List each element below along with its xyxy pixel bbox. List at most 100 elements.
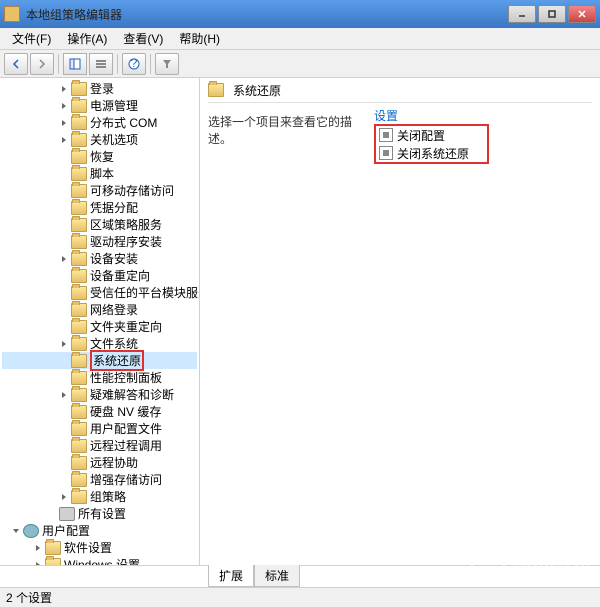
tree-item[interactable]: 增强存储访问 [2, 471, 197, 488]
tree-item[interactable]: 远程协助 [2, 454, 197, 471]
tree-item-label: 关机选项 [90, 131, 138, 148]
tree-item-label: 远程过程调用 [90, 437, 162, 454]
tree-item[interactable]: 系统还原 [2, 352, 197, 369]
toolbar-help-button[interactable]: ? [122, 53, 146, 75]
tree-item-label: 受信任的平台模块服务 [90, 284, 200, 301]
tree-item[interactable]: 可移动存储访问 [2, 182, 197, 199]
tree-item[interactable]: 分布式 COM [2, 114, 197, 131]
tree-item-label: 用户配置文件 [90, 420, 162, 437]
toolbar-forward-button[interactable] [30, 53, 54, 75]
tree-expander-icon[interactable] [58, 253, 69, 264]
tree-item[interactable]: 所有设置 [2, 505, 197, 522]
folder-icon [71, 473, 87, 487]
tree-expander-icon[interactable] [58, 491, 69, 502]
tree-item[interactable]: 区域策略服务 [2, 216, 197, 233]
tree-expander-icon[interactable] [58, 83, 69, 94]
tree-item[interactable]: 登录 [2, 80, 197, 97]
tree-item[interactable]: 电源管理 [2, 97, 197, 114]
tree-expander-icon [58, 304, 69, 315]
tree-item[interactable]: 用户配置文件 [2, 420, 197, 437]
tree-expander-icon[interactable] [58, 338, 69, 349]
description-text: 选择一个项目来查看它的描述。 [208, 113, 358, 147]
toolbar-back-button[interactable] [4, 53, 28, 75]
tree-item-label: 性能控制面板 [90, 369, 162, 386]
tree-expander-icon[interactable] [58, 134, 69, 145]
tree-item-label: 疑难解答和诊断 [90, 386, 174, 403]
toolbar-tree-button[interactable] [63, 53, 87, 75]
menu-view[interactable]: 查看(V) [115, 28, 171, 49]
content-area: 登录电源管理分布式 COM关机选项恢复脚本可移动存储访问凭据分配区域策略服务驱动… [0, 78, 600, 565]
folder-icon [71, 422, 87, 436]
close-button[interactable] [568, 5, 596, 23]
panel-header: 系统还原 [200, 78, 600, 102]
folder-icon [71, 133, 87, 147]
toolbar: ? [0, 50, 600, 78]
folder-icon [71, 320, 87, 334]
tab-standard[interactable]: 标准 [254, 565, 300, 587]
tree-item[interactable]: 受信任的平台模块服务 [2, 284, 197, 301]
tree-item[interactable]: 组策略 [2, 488, 197, 505]
folder-icon [71, 269, 87, 283]
tree-expander-icon[interactable] [58, 389, 69, 400]
folder-icon [71, 218, 87, 232]
maximize-button[interactable] [538, 5, 566, 23]
tree-item[interactable]: 硬盘 NV 缓存 [2, 403, 197, 420]
tree-item-label: 分布式 COM [90, 114, 157, 131]
tree-item[interactable]: 驱动程序安装 [2, 233, 197, 250]
tree-item-label: 设备安装 [90, 250, 138, 267]
folder-icon [208, 83, 224, 97]
tree-item[interactable]: 恢复 [2, 148, 197, 165]
tree-item-label: 网络登录 [90, 301, 138, 318]
setting-item[interactable]: 关闭系统还原 [378, 144, 485, 162]
tree-item[interactable]: 软件设置 [2, 539, 197, 556]
window-title: 本地组策略编辑器 [26, 6, 508, 23]
menu-help[interactable]: 帮助(H) [171, 28, 228, 49]
tree-item[interactable]: 设备安装 [2, 250, 197, 267]
folder-icon [71, 456, 87, 470]
tree-item-label: Windows 设置 [64, 556, 140, 565]
tree-panel[interactable]: 登录电源管理分布式 COM关机选项恢复脚本可移动存储访问凭据分配区域策略服务驱动… [0, 78, 200, 565]
tree-expander-icon [58, 474, 69, 485]
user-icon [23, 524, 39, 538]
tree-item[interactable]: 文件夹重定向 [2, 318, 197, 335]
tree-expander-icon [58, 321, 69, 332]
setting-icon [379, 146, 393, 160]
folder-icon [71, 303, 87, 317]
tree-item-label: 恢复 [90, 148, 114, 165]
tree-expander-icon[interactable] [10, 525, 21, 536]
minimize-button[interactable] [508, 5, 536, 23]
tree-expander-icon[interactable] [32, 559, 43, 565]
menu-action[interactable]: 操作(A) [59, 28, 115, 49]
tree-item[interactable]: 凭据分配 [2, 199, 197, 216]
toolbar-filter-button[interactable] [155, 53, 179, 75]
settings-header: 设置 [374, 107, 592, 124]
tree-expander-icon[interactable] [32, 542, 43, 553]
statusbar: 2 个设置 [0, 587, 600, 607]
folder-icon [71, 337, 87, 351]
tree-expander-icon[interactable] [58, 117, 69, 128]
tree-item-label: 组策略 [90, 488, 126, 505]
tree-item[interactable]: 网络登录 [2, 301, 197, 318]
panel-columns: 选择一个项目来查看它的描述。 设置 关闭配置 关闭系统还原 [200, 103, 600, 565]
tree-expander-icon[interactable] [58, 100, 69, 111]
tree-item[interactable]: 关机选项 [2, 131, 197, 148]
tree-item[interactable]: Windows 设置 [2, 556, 197, 565]
panel-title: 系统还原 [233, 82, 281, 99]
setting-item[interactable]: 关闭配置 [378, 126, 485, 144]
folder-icon [71, 252, 87, 266]
menu-file[interactable]: 文件(F) [4, 28, 59, 49]
highlight-box: 系统还原 [90, 350, 144, 371]
tree-item[interactable]: 用户配置 [2, 522, 197, 539]
toolbar-list-button[interactable] [89, 53, 113, 75]
tree-item[interactable]: 设备重定向 [2, 267, 197, 284]
tree-item-label: 区域策略服务 [90, 216, 162, 233]
folder-icon [71, 99, 87, 113]
tree-item[interactable]: 疑难解答和诊断 [2, 386, 197, 403]
tree-item-label: 驱动程序安装 [90, 233, 162, 250]
tree-item[interactable]: 脚本 [2, 165, 197, 182]
tab-extended[interactable]: 扩展 [208, 565, 254, 587]
tree-item[interactable]: 远程过程调用 [2, 437, 197, 454]
tree-item[interactable]: 性能控制面板 [2, 369, 197, 386]
folder-icon [71, 354, 87, 368]
tree-expander-icon [58, 185, 69, 196]
